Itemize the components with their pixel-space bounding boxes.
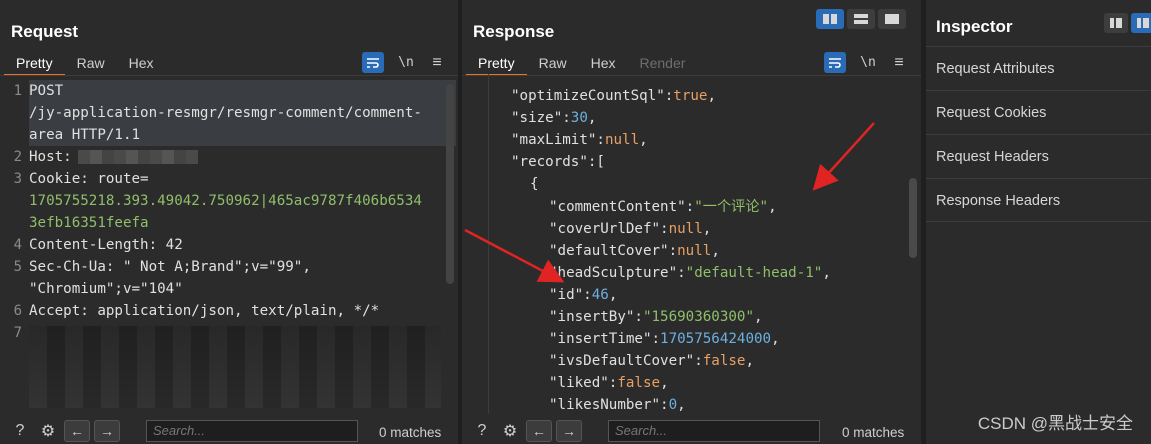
arrow-to-id [464, 228, 565, 283]
annotation-arrows [464, 122, 875, 283]
arrow-to-comment-content [812, 122, 875, 191]
